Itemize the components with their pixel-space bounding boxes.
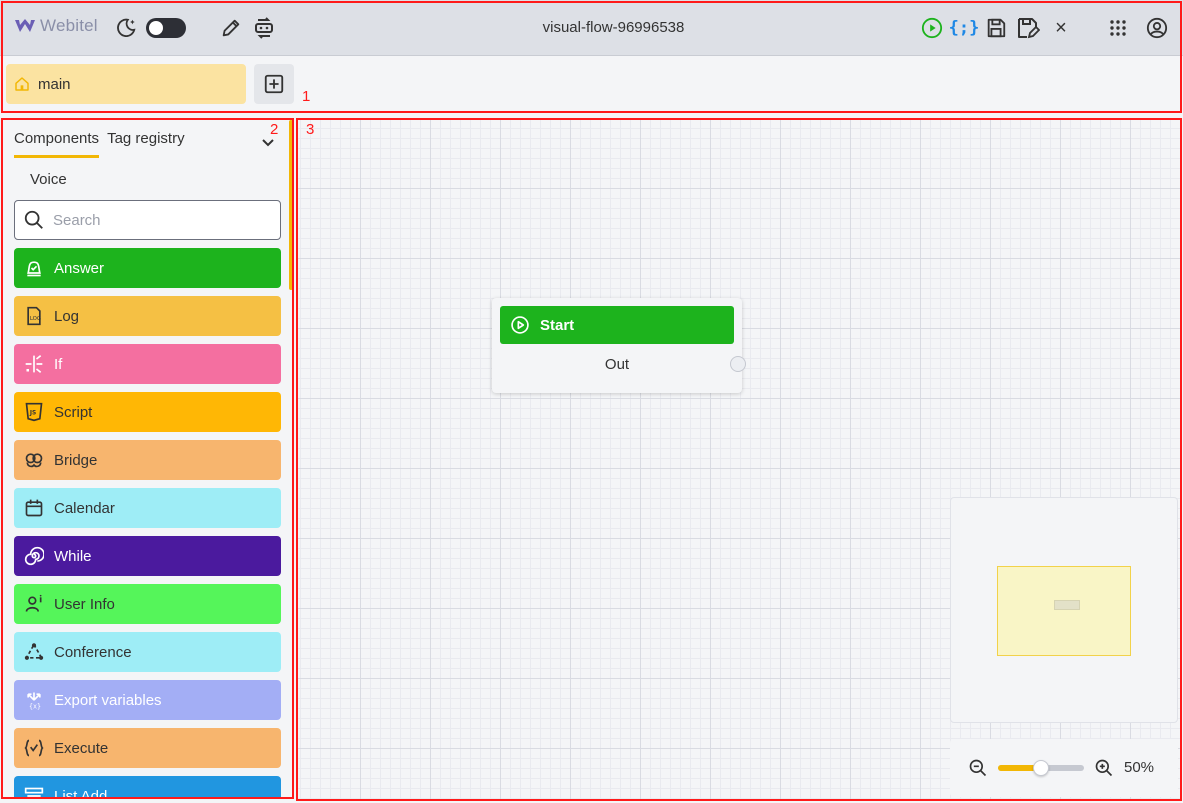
component-label: Export variables bbox=[54, 691, 162, 709]
start-node-header[interactable]: Start bbox=[500, 306, 734, 344]
minimap-node bbox=[1054, 600, 1080, 610]
execute-icon bbox=[24, 738, 44, 758]
tab-main-label: main bbox=[38, 75, 71, 93]
zoom-controls: 50% bbox=[950, 739, 1178, 797]
svg-text:LOG: LOG bbox=[30, 316, 41, 322]
component-label: While bbox=[54, 547, 92, 565]
component-label: If bbox=[54, 355, 63, 373]
annotation-label-2: 2 bbox=[270, 121, 279, 138]
bridge-icon bbox=[24, 450, 44, 470]
component-label: List Add bbox=[54, 787, 108, 799]
minimap[interactable] bbox=[950, 497, 1178, 723]
json-code-icon[interactable]: {;} bbox=[949, 15, 980, 41]
component-log[interactable]: LOG Log bbox=[14, 296, 281, 336]
sidebar-tabs: Components Tag registry bbox=[14, 130, 185, 158]
zoom-slider-handle[interactable] bbox=[1033, 760, 1049, 776]
flow-canvas[interactable]: Start Out 50% bbox=[296, 118, 1181, 800]
components-sidebar: Components Tag registry Voice Answer LOG… bbox=[2, 118, 293, 798]
component-execute[interactable]: Execute bbox=[14, 728, 281, 768]
component-label: Calendar bbox=[54, 499, 115, 517]
search-field[interactable] bbox=[14, 200, 281, 240]
account-icon[interactable] bbox=[1145, 16, 1169, 40]
branch-icon bbox=[24, 354, 44, 374]
annotation-label-3: 3 bbox=[306, 121, 315, 138]
save-as-icon[interactable] bbox=[1016, 16, 1040, 40]
component-label: Script bbox=[54, 403, 93, 421]
component-answer[interactable]: Answer bbox=[14, 248, 281, 288]
zoom-slider[interactable] bbox=[998, 760, 1084, 776]
component-label: Bridge bbox=[54, 451, 98, 469]
tab-tag-registry[interactable]: Tag registry bbox=[107, 130, 185, 158]
component-label: Log bbox=[54, 307, 80, 325]
calendar-icon bbox=[24, 498, 44, 518]
bell-check-icon bbox=[24, 258, 44, 278]
component-list-add[interactable]: List Add bbox=[14, 776, 281, 798]
zoom-in-icon[interactable] bbox=[1094, 758, 1114, 778]
log-file-icon: LOG bbox=[24, 306, 44, 326]
visual-flow-editor: Webitel visual-flow-96996538 {;} × main … bbox=[0, 0, 1183, 803]
component-user-info[interactable]: User Info bbox=[14, 584, 281, 624]
category-label[interactable]: Voice bbox=[30, 171, 67, 188]
tab-main[interactable]: main bbox=[6, 64, 246, 104]
spiral-icon bbox=[24, 546, 44, 566]
js-script-icon: JS bbox=[24, 402, 44, 422]
component-label: Conference bbox=[54, 643, 132, 661]
component-conference[interactable]: Conference bbox=[14, 632, 281, 672]
start-node-title: Start bbox=[540, 316, 575, 334]
minimap-viewport[interactable] bbox=[997, 566, 1131, 656]
svg-text:JS: JS bbox=[29, 411, 36, 417]
run-play-icon[interactable] bbox=[920, 16, 944, 40]
component-export-variables[interactable]: {x} Export variables bbox=[14, 680, 281, 720]
list-add-icon bbox=[24, 786, 44, 798]
component-label: User Info bbox=[54, 595, 115, 613]
user-info-icon bbox=[24, 594, 44, 614]
apps-grid-icon[interactable] bbox=[1106, 16, 1130, 40]
annotation-label-1: 1 bbox=[302, 88, 311, 105]
start-node[interactable]: Start Out bbox=[492, 298, 746, 393]
svg-text:{x}: {x} bbox=[29, 702, 41, 710]
component-list: Answer LOG Log If JS Script Bridge Calen… bbox=[14, 248, 281, 798]
component-label: Execute bbox=[54, 739, 109, 757]
play-circle-icon bbox=[511, 316, 529, 334]
home-icon bbox=[15, 77, 29, 91]
conference-icon bbox=[24, 642, 44, 662]
zoom-out-icon[interactable] bbox=[968, 758, 988, 778]
start-node-output-label: Out bbox=[604, 356, 630, 373]
tab-components[interactable]: Components bbox=[14, 130, 100, 158]
top-bar: Webitel visual-flow-96996538 {;} × bbox=[0, 0, 1183, 56]
component-calendar[interactable]: Calendar bbox=[14, 488, 281, 528]
add-tab-button[interactable] bbox=[254, 64, 294, 104]
zoom-level-label: 50% bbox=[1124, 759, 1155, 776]
component-bridge[interactable]: Bridge bbox=[14, 440, 281, 480]
search-icon bbox=[24, 210, 43, 229]
save-icon[interactable] bbox=[984, 16, 1008, 40]
component-while[interactable]: While bbox=[14, 536, 281, 576]
component-if[interactable]: If bbox=[14, 344, 281, 384]
export-variables-icon: {x} bbox=[24, 690, 44, 710]
sidebar-scrollbar[interactable] bbox=[289, 120, 293, 290]
component-script[interactable]: JS Script bbox=[14, 392, 281, 432]
flow-tabs-bar: main bbox=[0, 56, 1183, 114]
component-label: Answer bbox=[54, 259, 105, 277]
plus-square-icon bbox=[264, 74, 284, 94]
search-input[interactable] bbox=[53, 211, 263, 229]
start-node-output-port[interactable] bbox=[730, 356, 746, 372]
close-icon[interactable]: × bbox=[1050, 17, 1072, 39]
